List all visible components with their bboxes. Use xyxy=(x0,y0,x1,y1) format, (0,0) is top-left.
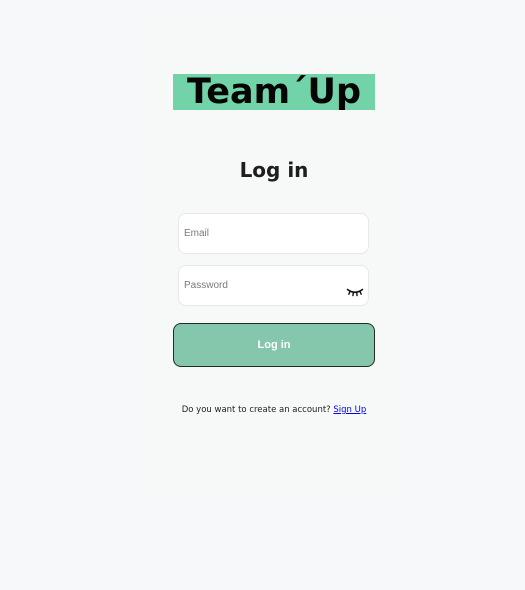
email-field[interactable] xyxy=(178,213,369,254)
page-title: Log in xyxy=(239,158,309,182)
eye-closed-icon[interactable] xyxy=(346,285,364,297)
password-field[interactable] xyxy=(178,265,369,306)
logo: Team´Up xyxy=(173,74,375,110)
signup-prompt-line: Do you want to create an account? Sign U… xyxy=(160,405,388,415)
logo-text: Team´Up xyxy=(186,71,362,112)
signup-prompt-text: Do you want to create an account? xyxy=(181,405,331,415)
login-button[interactable]: Log in xyxy=(173,323,375,367)
signup-link[interactable]: Sign Up xyxy=(333,405,366,415)
